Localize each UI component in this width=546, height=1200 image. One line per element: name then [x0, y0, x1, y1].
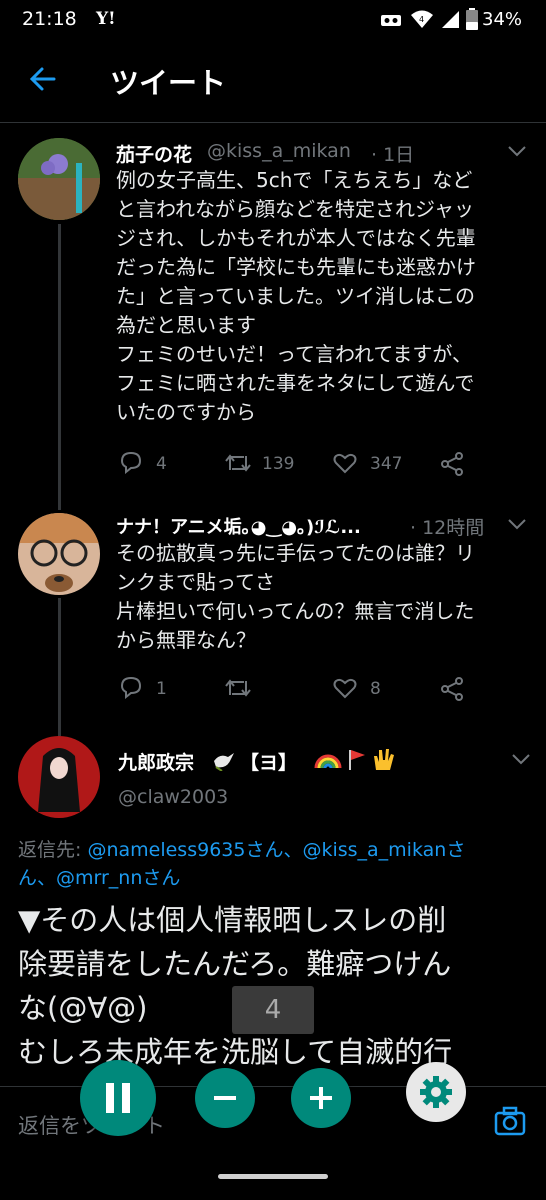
zoom-in-button[interactable] — [291, 1068, 351, 1128]
tweet[interactable]: ナナ！アニメ垢｡◕‿◕｡)ℐℒ... · 12時間 その拡散真っ先に手伝ってたの… — [0, 505, 546, 715]
heart-icon — [333, 678, 357, 699]
chevron-down-icon[interactable] — [506, 144, 528, 158]
author-name[interactable]: 茄子の花 — [116, 140, 192, 167]
author-handle[interactable]: @claw2003 — [118, 786, 228, 808]
tweet[interactable]: 茄子の花 @kiss_a_mikan · 1日 例の女子高生、5chで「えちえち… — [0, 130, 546, 490]
like-button[interactable]: 8 — [332, 676, 381, 704]
back-arrow-icon[interactable] — [28, 64, 58, 94]
reply-to-label: 返信先: — [18, 839, 82, 861]
reply-to-mentions[interactable]: @nameless9635さん、@kiss_a_mikanさ — [87, 839, 465, 861]
reply-count: 1 — [156, 679, 167, 699]
retweet-icon — [225, 454, 251, 472]
minus-icon — [214, 1096, 236, 1100]
share-icon[interactable] — [440, 677, 464, 701]
reply-to-mentions-cont[interactable]: ん、@mrr_nnさん — [18, 867, 180, 889]
name-badges: 【ヨ】 — [240, 752, 298, 774]
heart-icon — [333, 453, 357, 474]
reply-button[interactable]: 4 — [118, 450, 167, 478]
wifi-icon: 4 — [411, 10, 433, 28]
zoom-out-button[interactable] — [195, 1068, 255, 1128]
header-divider — [0, 122, 546, 123]
author-name[interactable]: 九郎政宗 — [118, 748, 194, 775]
camera-icon[interactable] — [494, 1106, 526, 1136]
tweet-text: その拡散真っ先に手伝ってたのは誰？リ ンクまで貼ってさ 片棒担いで何いってんの？… — [116, 541, 475, 652]
author-handle[interactable]: @kiss_a_mikan — [207, 140, 351, 162]
share-icon[interactable] — [440, 452, 464, 476]
tweet-time: · 12時間 — [410, 517, 485, 539]
reply-icon — [120, 676, 142, 700]
avatar[interactable] — [18, 138, 100, 220]
reply-to-line: 返信先: @nameless9635さん、@kiss_a_mikanさ ん、@m… — [18, 836, 538, 892]
pause-icon — [106, 1083, 130, 1113]
tweet-text: 例の女子高生、5chで「えちえち」など と言われながら顔などを特定されジャッ ジ… — [116, 168, 476, 424]
focused-tweet[interactable]: 九郎政宗 【ヨ】 @claw2003 返信先: @nameless9635さん、… — [0, 730, 546, 1090]
status-time: 21:18 — [22, 8, 77, 30]
reply-button[interactable]: 1 — [118, 675, 167, 703]
svg-text:4: 4 — [419, 15, 424, 24]
battery-percent: 34% — [482, 9, 523, 30]
like-button[interactable]: 347 — [332, 451, 402, 479]
retweet-button[interactable] — [224, 677, 252, 703]
avatar[interactable] — [18, 736, 100, 818]
tweet-time: · 1日 — [371, 144, 415, 166]
status-bar: 21:18 Y! 4 34% — [0, 0, 546, 40]
pause-button[interactable] — [80, 1060, 156, 1136]
like-count: 8 — [370, 679, 381, 699]
avatar[interactable] — [18, 513, 100, 595]
vulcan-salute-icon — [374, 749, 394, 770]
like-count: 347 — [370, 454, 403, 474]
plus-icon — [310, 1087, 332, 1109]
signal-glasses-icon — [381, 15, 401, 26]
chevron-down-icon[interactable] — [506, 517, 528, 531]
reply-count: 4 — [156, 454, 167, 474]
retweet-icon — [225, 679, 251, 697]
home-indicator[interactable] — [218, 1174, 328, 1179]
battery-icon — [466, 8, 478, 30]
page-number-badge: 4 — [232, 986, 314, 1034]
chevron-down-icon[interactable] — [510, 752, 532, 766]
rainbow-icon — [314, 754, 342, 769]
reply-icon — [120, 451, 142, 475]
author-name[interactable]: ナナ！アニメ垢｡◕‿◕｡)ℐℒ... — [116, 513, 361, 539]
carrier-logo: Y! — [96, 9, 116, 29]
retweet-button[interactable]: 139 — [224, 452, 294, 478]
page-title: ツイート — [110, 66, 227, 100]
gear-icon — [420, 1076, 452, 1108]
settings-button[interactable] — [406, 1062, 466, 1122]
cell-signal-icon — [442, 11, 459, 28]
retweet-count: 139 — [262, 454, 295, 474]
dove-icon — [214, 753, 234, 771]
red-flag-icon — [349, 750, 365, 770]
